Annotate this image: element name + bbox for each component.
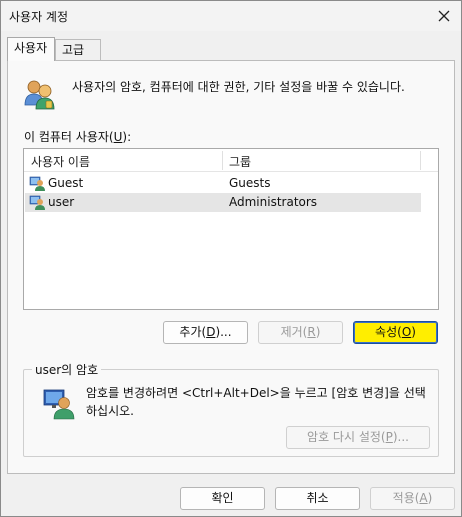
description-text: 사용자의 암호, 컴퓨터에 대한 권한, 기타 설정을 바꿀 수 있습니다. <box>72 80 405 94</box>
user-icon <box>43 389 75 420</box>
properties-button-label: 속성( <box>375 325 402 339</box>
tab-advanced[interactable]: 고급 <box>55 39 101 61</box>
reset-password-key: P <box>385 430 393 444</box>
column-header-username[interactable]: 사용자 이름 <box>31 153 90 170</box>
password-group-title: user의 암호 <box>32 361 102 378</box>
title-bar: 사용자 계정 <box>1 1 461 31</box>
add-button-label: 추가( <box>179 325 207 339</box>
column-separator[interactable] <box>420 151 421 170</box>
remove-button[interactable]: 제거(R) <box>258 321 343 344</box>
user-admin-icon <box>29 195 45 210</box>
properties-button-suffix: ) <box>411 325 416 339</box>
list-row-user[interactable]: user Administrators <box>25 193 421 212</box>
add-button[interactable]: 추가(D)... <box>163 321 248 344</box>
remove-button-key: R <box>307 325 316 339</box>
user-list-label: 이 컴퓨터 사용자(U): <box>24 128 131 145</box>
user-list[interactable]: 사용자 이름 그룹 Guest Guests user Administrato… <box>23 148 439 310</box>
add-button-suffix: )... <box>215 325 232 339</box>
cell-username: Guest <box>48 176 84 190</box>
cancel-button-label: 취소 <box>306 491 329 505</box>
close-button[interactable] <box>427 1 461 31</box>
tab-users[interactable]: 사용자 <box>7 37 55 61</box>
properties-button-key: O <box>401 325 412 339</box>
password-groupbox: user의 암호 암호를 변경하려면 <Ctrl+Alt+Del>을 누르고 [… <box>23 361 439 457</box>
apply-button-key: A <box>419 491 428 505</box>
password-instructions: 암호를 변경하려면 <Ctrl+Alt+Del>을 누르고 [암호 변경]을 선… <box>86 386 426 418</box>
users-tab-panel: 사용자의 암호, 컴퓨터에 대한 권한, 기타 설정을 바꿀 수 있습니다. 이… <box>7 60 455 474</box>
list-header: 사용자 이름 그룹 <box>24 149 438 172</box>
window-title: 사용자 계정 <box>9 10 69 24</box>
user-icon <box>29 176 45 191</box>
user-accounts-window: 사용자 계정 사용자 고급 사용자의 암호, 컴퓨터에 대한 권한, 기타 설정… <box>0 0 462 517</box>
user-list-label-prefix: 이 컴퓨터 사용자( <box>24 130 114 144</box>
cell-group: Guests <box>229 176 271 190</box>
column-header-group[interactable]: 그룹 <box>229 153 251 170</box>
user-list-label-suffix: ): <box>122 130 132 144</box>
cell-username: user <box>48 195 75 209</box>
cell-group: Administrators <box>229 195 318 209</box>
apply-button[interactable]: 적용(A) <box>370 487 455 510</box>
reset-password-suffix: )... <box>392 430 409 444</box>
reset-password-label: 암호 다시 설정( <box>307 430 386 444</box>
close-icon <box>438 10 450 22</box>
cancel-button[interactable]: 취소 <box>275 487 360 510</box>
column-separator[interactable] <box>222 151 223 170</box>
remove-button-label: 제거( <box>280 325 308 339</box>
apply-button-label: 적용( <box>392 491 420 505</box>
users-icon <box>24 80 55 110</box>
properties-button[interactable]: 속성(O) <box>353 321 438 344</box>
apply-button-suffix: ) <box>427 491 433 505</box>
reset-password-button[interactable]: 암호 다시 설정(P)... <box>286 426 430 449</box>
ok-button-label: 확인 <box>211 491 234 505</box>
tab-users-label: 사용자 <box>14 41 48 55</box>
tab-advanced-label: 고급 <box>62 43 85 57</box>
list-row-guest[interactable]: Guest Guests <box>25 174 421 193</box>
remove-button-suffix: ) <box>315 325 321 339</box>
ok-button[interactable]: 확인 <box>180 487 265 510</box>
